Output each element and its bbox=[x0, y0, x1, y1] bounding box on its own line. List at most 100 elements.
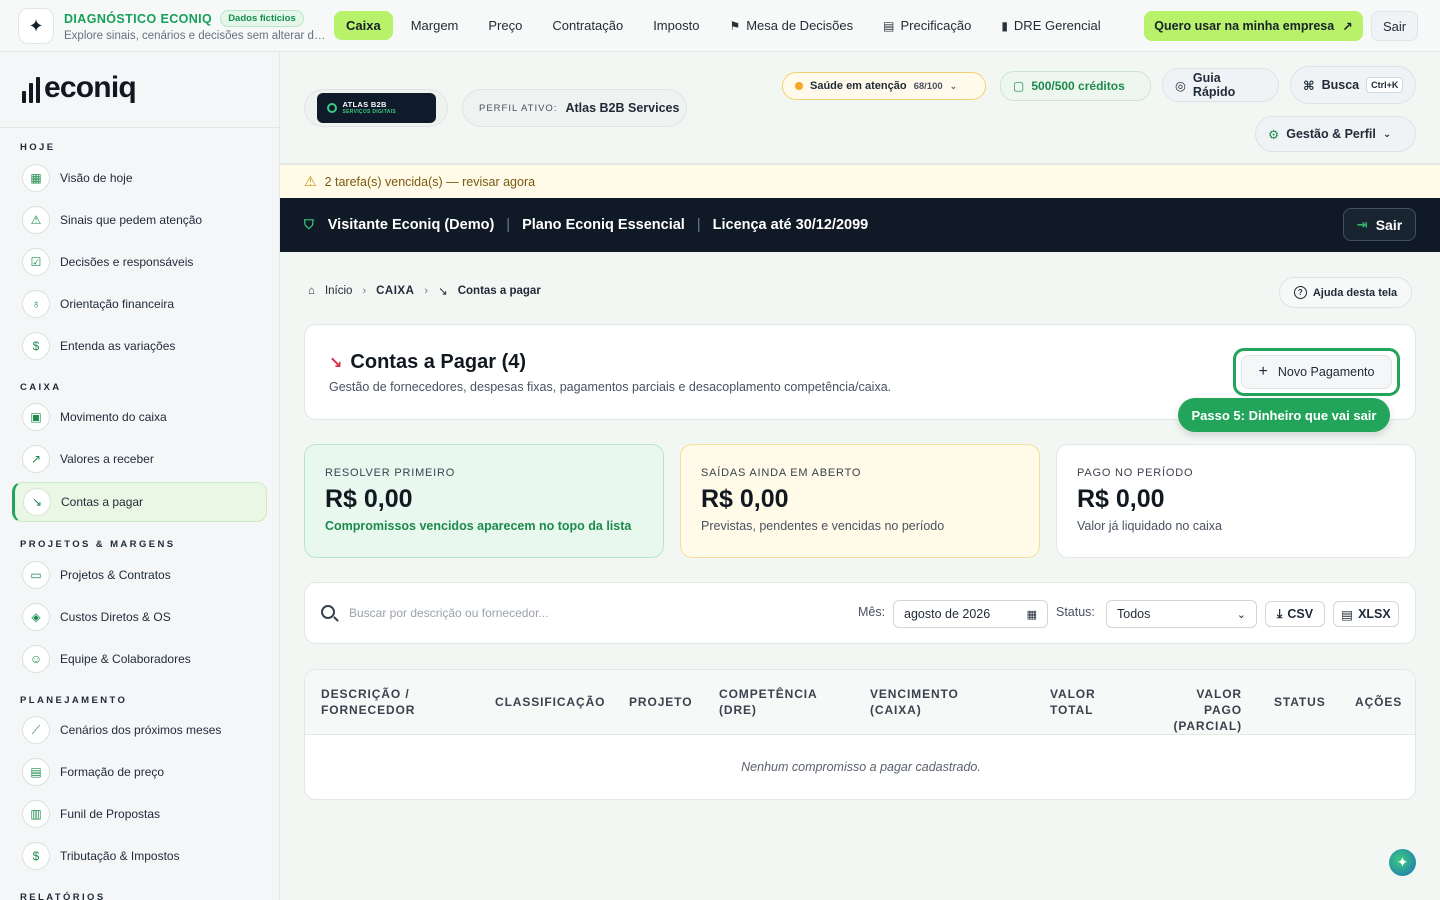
assistant-sparkle-button[interactable]: ✦ bbox=[1389, 849, 1416, 876]
sidebar-item-label: Projetos & Contratos bbox=[60, 568, 171, 582]
calendar-icon: ▦ bbox=[1026, 608, 1037, 621]
column-header-line: AÇÕES bbox=[1355, 695, 1403, 709]
top-nav-margem[interactable]: Margem bbox=[399, 11, 471, 40]
sidebar-item-decisoes[interactable]: ☑ Decisões e responsáveis bbox=[12, 242, 267, 282]
month-label: Mês: bbox=[858, 605, 886, 619]
brand-subtitle: Explore sinais, cenários e decisões sem … bbox=[64, 30, 326, 42]
sidebar-item-custos[interactable]: ◈ Custos Diretos & OS bbox=[12, 597, 267, 637]
top-nav-mesa-decisoes[interactable]: ⚑ Mesa de Decisões bbox=[717, 11, 865, 40]
kpi-note: Compromissos vencidos aparecem no topo d… bbox=[325, 519, 632, 533]
top-nav-imposto[interactable]: Imposto bbox=[641, 11, 711, 40]
econiq-logo[interactable]: econiq bbox=[22, 73, 137, 103]
quick-guide-button[interactable]: ◎ Guia Rápido bbox=[1162, 68, 1279, 102]
tour-step-tooltip[interactable]: Passo 5: Dinheiro que vai sair bbox=[1178, 398, 1390, 432]
sidebar-item-label: Cenários dos próximos meses bbox=[60, 723, 222, 737]
robot-icon: ▢ bbox=[1013, 79, 1025, 93]
sidebar-item-label: Visão de hoje bbox=[60, 171, 133, 185]
top-bar: ✦ DIAGNÓSTICO ECONIQ Dados fictícios Exp… bbox=[0, 0, 1440, 52]
top-nav-dre[interactable]: ▮ DRE Gerencial bbox=[989, 11, 1112, 40]
health-status-dropdown[interactable]: Saúde em atenção 68/100 ⌄ bbox=[782, 72, 986, 100]
sidebar-item-movimento-caixa[interactable]: ▣ Movimento do caixa bbox=[12, 397, 267, 437]
breadcrumb-section[interactable]: CAIXA bbox=[376, 285, 414, 297]
top-nav-contratacao[interactable]: Contratação bbox=[540, 11, 635, 40]
column-header-actions: AÇÕES bbox=[1355, 694, 1402, 710]
status-label: Status: bbox=[1056, 605, 1095, 619]
breadcrumb-home[interactable]: Início bbox=[325, 285, 353, 297]
sidebar-item-visao-hoje[interactable]: ▦ Visão de hoje bbox=[12, 158, 267, 198]
column-header-total-value[interactable]: VALOR TOTAL bbox=[1050, 686, 1096, 718]
sidebar-item-contas-pagar[interactable]: ↘ Contas a pagar bbox=[12, 482, 267, 522]
top-nav-caixa[interactable]: Caixa bbox=[334, 11, 393, 40]
column-header-project[interactable]: PROJETO bbox=[629, 694, 692, 710]
chevron-down-icon: ⌄ bbox=[1382, 128, 1392, 140]
sidebar-item-label: Orientação financeira bbox=[60, 297, 175, 311]
org-logo-pill[interactable]: ATLAS B2B SERVIÇOS DIGITAIS bbox=[304, 89, 448, 127]
overdue-alert[interactable]: ⚠ 2 tarefa(s) vencida(s) — revisar agora bbox=[280, 165, 1440, 198]
column-header-description[interactable]: DESCRIÇÃO / FORNECEDOR bbox=[321, 686, 415, 718]
sidebar-item-label: Movimento do caixa bbox=[60, 410, 167, 424]
column-header-line: (DRE) bbox=[719, 703, 757, 717]
status-select[interactable]: Todos ⌄ bbox=[1106, 600, 1257, 628]
sidebar-item-valores-receber[interactable]: ↗ Valores a receber bbox=[12, 439, 267, 479]
active-profile-pill[interactable]: PERFIL ATIVO: Atlas B2B Services bbox=[462, 89, 687, 127]
main-content: ATLAS B2B SERVIÇOS DIGITAIS PERFIL ATIVO… bbox=[280, 53, 1440, 900]
separator: | bbox=[506, 217, 511, 233]
trend-up-icon: ↗ bbox=[22, 445, 50, 473]
lightbulb-icon: ♁ bbox=[22, 290, 50, 318]
month-value: agosto de 2026 bbox=[904, 607, 991, 621]
sidebar-item-equipe[interactable]: ☺ Equipe & Colaboradores bbox=[12, 639, 267, 679]
top-nav-label: Preço bbox=[488, 18, 523, 33]
column-header-due-date[interactable]: VENCIMENTO (CAIXA) bbox=[870, 686, 959, 718]
page-title-text: Contas a Pagar (4) bbox=[350, 351, 527, 373]
trend-down-icon: ↘ bbox=[438, 286, 448, 298]
kpi-note: Valor já liquidado no caixa bbox=[1077, 519, 1223, 533]
org-logo-line2: SERVIÇOS DIGITAIS bbox=[342, 109, 397, 115]
screen-help-button[interactable]: ? Ajuda desta tela bbox=[1279, 277, 1412, 308]
logout-label: Sair bbox=[1375, 216, 1403, 233]
use-in-company-button[interactable]: Quero usar na minha empresa ↗ bbox=[1144, 11, 1363, 41]
shortcut-badge: Ctrl+K bbox=[1366, 77, 1404, 93]
home-icon: ⌂ bbox=[308, 285, 315, 297]
trend-down-icon: ↘ bbox=[23, 488, 51, 516]
arrow-up-right-icon: ↗ bbox=[1342, 19, 1353, 34]
manage-profile-dropdown[interactable]: ⚙ Gestão & Perfil ⌄ bbox=[1255, 116, 1416, 152]
kpi-label: RESOLVER PRIMEIRO bbox=[325, 467, 456, 479]
top-exit-button[interactable]: Sair bbox=[1371, 11, 1418, 41]
sidebar-item-label: Tributação & Impostos bbox=[60, 849, 180, 863]
kpi-card-resolve-first: RESOLVER PRIMEIRO R$ 0,00 Compromissos v… bbox=[304, 444, 664, 558]
export-xlsx-button[interactable]: ▤ XLSX bbox=[1333, 601, 1399, 627]
column-header-line: VALOR PAGO bbox=[1196, 687, 1242, 717]
search-input[interactable] bbox=[349, 602, 609, 624]
separator: | bbox=[696, 217, 701, 233]
top-nav-precificacao[interactable]: ▤ Precificação bbox=[871, 11, 983, 40]
column-header-paid-value[interactable]: VALOR PAGO (PARCIAL) bbox=[1157, 686, 1242, 734]
kpi-label: PAGO NO PERÍODO bbox=[1077, 467, 1194, 479]
credits-label: 500/500 créditos bbox=[1031, 79, 1125, 93]
column-header-status[interactable]: STATUS bbox=[1274, 694, 1326, 710]
brand-title: DIAGNÓSTICO ECONIQ Dados fictícios bbox=[64, 10, 326, 27]
sidebar-item-variacoes[interactable]: $ Entenda as variações bbox=[12, 326, 267, 366]
sidebar-item-tributacao[interactable]: $ Tributação & Impostos bbox=[12, 836, 267, 876]
sidebar-item-label: Sinais que pedem atenção bbox=[60, 213, 203, 227]
sidebar-item-cenarios[interactable]: ⟋ Cenários dos próximos meses bbox=[12, 710, 267, 750]
column-header-classification[interactable]: CLASSIFICAÇÃO bbox=[495, 694, 605, 710]
license-user: Visitante Econiq (Demo) bbox=[327, 217, 495, 233]
column-header-line: CLASSIFICAÇÃO bbox=[495, 695, 606, 709]
top-nav-preco[interactable]: Preço bbox=[476, 11, 534, 40]
search-button[interactable]: ⌘ Busca Ctrl+K bbox=[1290, 66, 1416, 104]
top-nav-label: Margem bbox=[410, 18, 459, 33]
new-payment-button[interactable]: + Novo Pagamento bbox=[1241, 355, 1392, 389]
export-csv-button[interactable]: ⤓ CSV bbox=[1265, 601, 1325, 627]
filter-bar: Mês: agosto de 2026 ▦ Status: Todos ⌄ ⤓ … bbox=[304, 582, 1416, 644]
column-header-competence[interactable]: COMPETÊNCIA (DRE) bbox=[719, 686, 818, 718]
logout-button[interactable]: ⇥ Sair bbox=[1343, 208, 1416, 241]
sidebar-item-formacao-preco[interactable]: ▤ Formação de preço bbox=[12, 752, 267, 792]
credits-pill[interactable]: ▢ 500/500 créditos bbox=[1000, 71, 1151, 101]
sidebar-item-funil[interactable]: ▥ Funil de Propostas bbox=[12, 794, 267, 834]
sidebar-item-projetos[interactable]: ▭ Projetos & Contratos bbox=[12, 555, 267, 595]
sidebar-item-orientacao[interactable]: ♁ Orientação financeira bbox=[12, 284, 267, 324]
column-header-line: (PARCIAL) bbox=[1173, 719, 1242, 733]
sidebar-item-sinais[interactable]: ⚠ Sinais que pedem atenção bbox=[12, 200, 267, 240]
trend-down-icon: ↘ bbox=[329, 354, 343, 372]
month-picker[interactable]: agosto de 2026 ▦ bbox=[893, 600, 1048, 628]
